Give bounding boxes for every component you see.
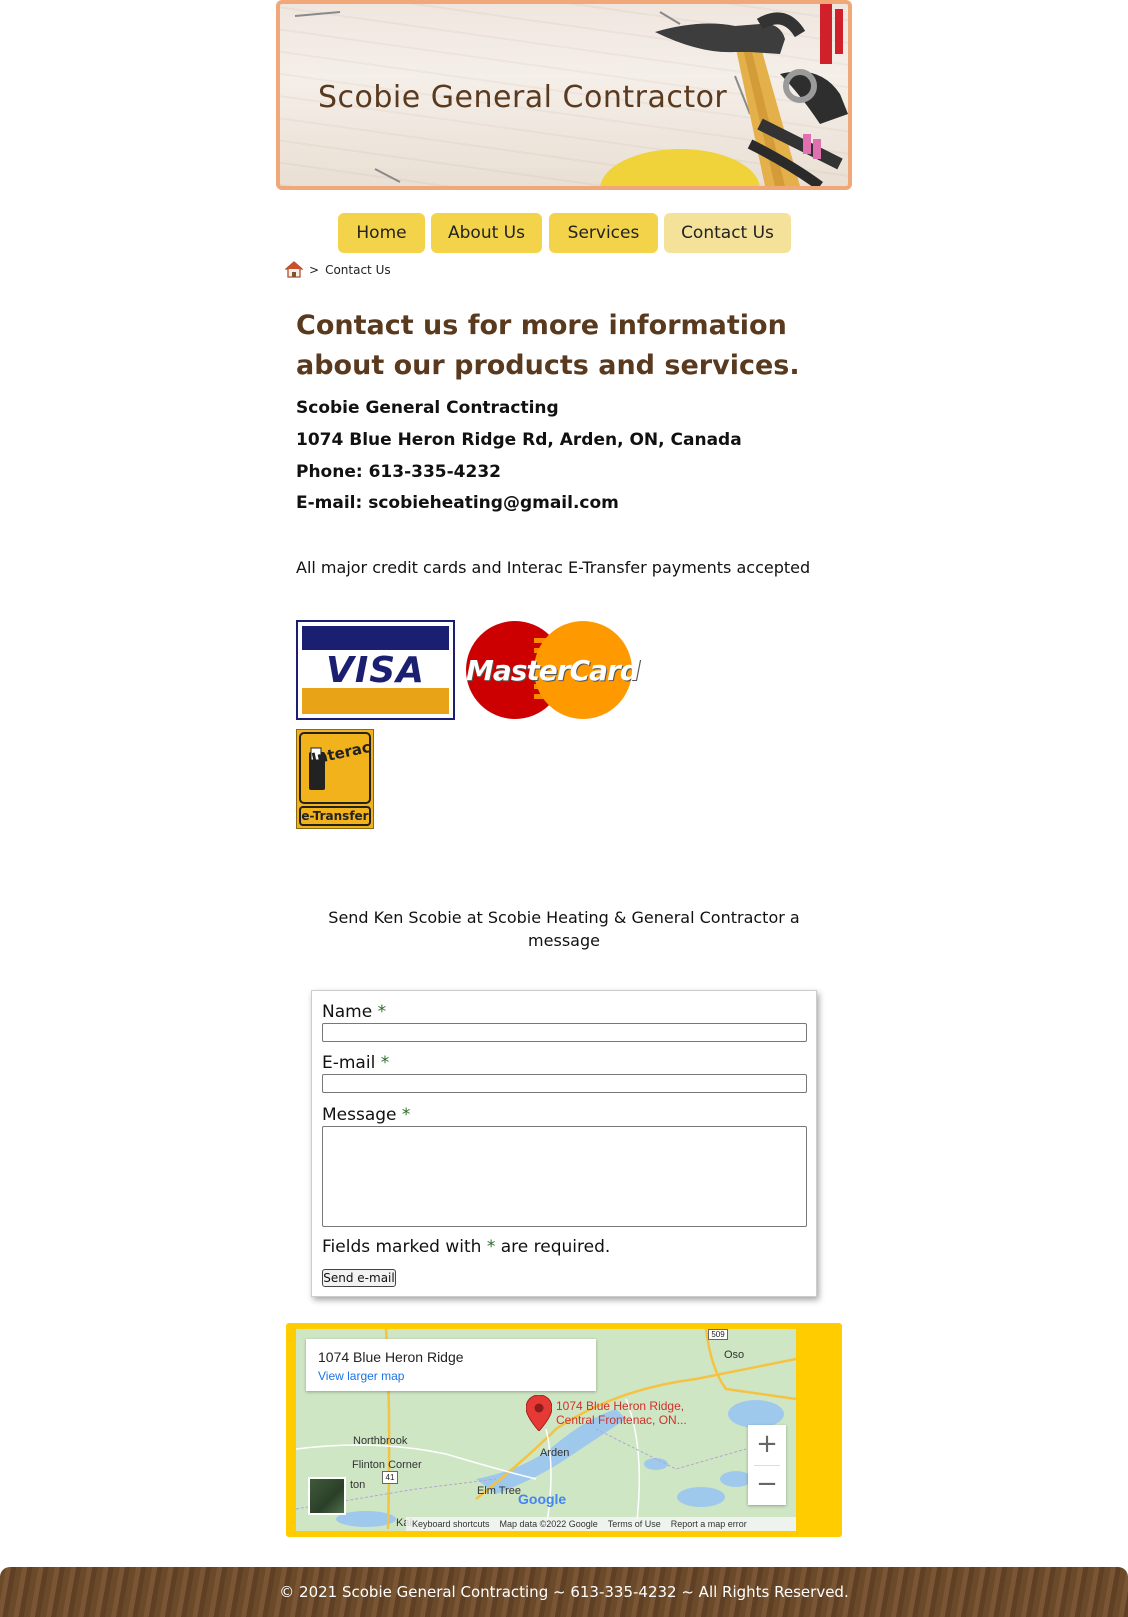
map-container: 1074 Blue Heron Ridge View larger map 10…: [286, 1323, 842, 1537]
required-mark: *: [401, 1105, 411, 1125]
map-place-elm-tree: Elm Tree: [477, 1485, 522, 1497]
map-place-oso: Oso: [724, 1349, 745, 1361]
required-mark: *: [380, 1053, 390, 1073]
view-larger-map-link[interactable]: View larger map: [318, 1369, 404, 1383]
name-input[interactable]: [322, 1023, 807, 1042]
header-banner: Scobie General Contractor: [276, 0, 852, 190]
map-place-flinton-corner: Flinton Corner: [352, 1459, 422, 1471]
visa-logo: VISA: [296, 620, 455, 720]
breadcrumb-current: Contact Us: [325, 262, 391, 277]
visa-text: VISA: [325, 650, 426, 691]
breadcrumb-separator: >: [309, 262, 320, 277]
page-heading: Contact us for more information about ou…: [296, 310, 800, 381]
map-pin-label: 1074 Blue Heron Ridge, Central Frontenac,…: [556, 1399, 687, 1427]
site-footer: © 2021 Scobie General Contracting ~ 613-…: [0, 1567, 1128, 1617]
required-mark: *: [377, 1002, 387, 1022]
zoom-in-button[interactable]: +: [748, 1425, 786, 1465]
footer-text: © 2021 Scobie General Contracting ~ 613-…: [279, 1583, 849, 1601]
form-intro: Send Ken Scobie at Scobie Heating & Gene…: [328, 908, 800, 950]
map-place-northbrook: Northbrook: [353, 1435, 408, 1447]
report-map-error-link[interactable]: Report a map error: [671, 1519, 747, 1529]
nav-contact-us[interactable]: Contact Us: [664, 213, 791, 253]
send-email-button[interactable]: Send e-mail: [322, 1269, 396, 1287]
nav-home[interactable]: Home: [338, 213, 425, 253]
map-place-arden: Arden: [540, 1447, 570, 1459]
map-card-title: 1074 Blue Heron Ridge: [318, 1349, 464, 1365]
google-map[interactable]: 1074 Blue Heron Ridge View larger map 10…: [296, 1329, 796, 1531]
home-icon[interactable]: [285, 261, 303, 278]
email-input[interactable]: [322, 1074, 807, 1093]
payments-note: All major credit cards and Interac E-Tra…: [296, 558, 811, 577]
terms-of-use-link[interactable]: Terms of Use: [608, 1519, 661, 1529]
map-info-card: 1074 Blue Heron Ridge View larger map: [306, 1339, 596, 1391]
zoom-controls: + −: [748, 1425, 786, 1505]
nav-about-us[interactable]: About Us: [431, 213, 542, 253]
email-label: E-mail *: [322, 1053, 390, 1073]
mastercard-logo: MasterCard: [466, 620, 640, 720]
map-data-text: Map data ©2022 Google: [499, 1519, 598, 1529]
business-email: E-mail: scobieheating@gmail.com: [296, 493, 619, 513]
site-title: Scobie General Contractor: [318, 80, 728, 115]
required-note: Fields marked with * are required.: [322, 1237, 611, 1257]
business-address: 1074 Blue Heron Ridge Rd, Arden, ON, Can…: [296, 430, 742, 450]
business-phone: Phone: 613-335-4232: [296, 462, 501, 482]
etransfer-text: e-Transfer: [299, 806, 371, 826]
breadcrumb: > Contact Us: [285, 261, 391, 278]
road-shield-41: 41: [382, 1471, 398, 1484]
message-label: Message *: [322, 1105, 411, 1125]
nav-services[interactable]: Services: [549, 213, 658, 253]
contact-form: Name * E-mail * Message * Fields marked …: [311, 990, 817, 1297]
map-footer: Keyboard shortcuts Map data ©2022 Google…: [406, 1517, 796, 1531]
name-label: Name *: [322, 1002, 387, 1022]
road-shield-509: 509: [708, 1329, 728, 1340]
business-name: Scobie General Contracting: [296, 398, 559, 418]
google-logo: Google: [518, 1491, 567, 1507]
keyboard-shortcuts-link[interactable]: Keyboard shortcuts: [412, 1519, 490, 1529]
map-place-partial: ton: [350, 1479, 366, 1491]
interac-etransfer-logo: Interac e-Transfer: [296, 729, 374, 829]
zoom-out-button[interactable]: −: [748, 1465, 786, 1505]
mastercard-text: MasterCard: [466, 654, 640, 687]
satellite-toggle[interactable]: [308, 1477, 346, 1515]
map-pin-icon[interactable]: [526, 1395, 552, 1431]
message-textarea[interactable]: [322, 1126, 807, 1227]
